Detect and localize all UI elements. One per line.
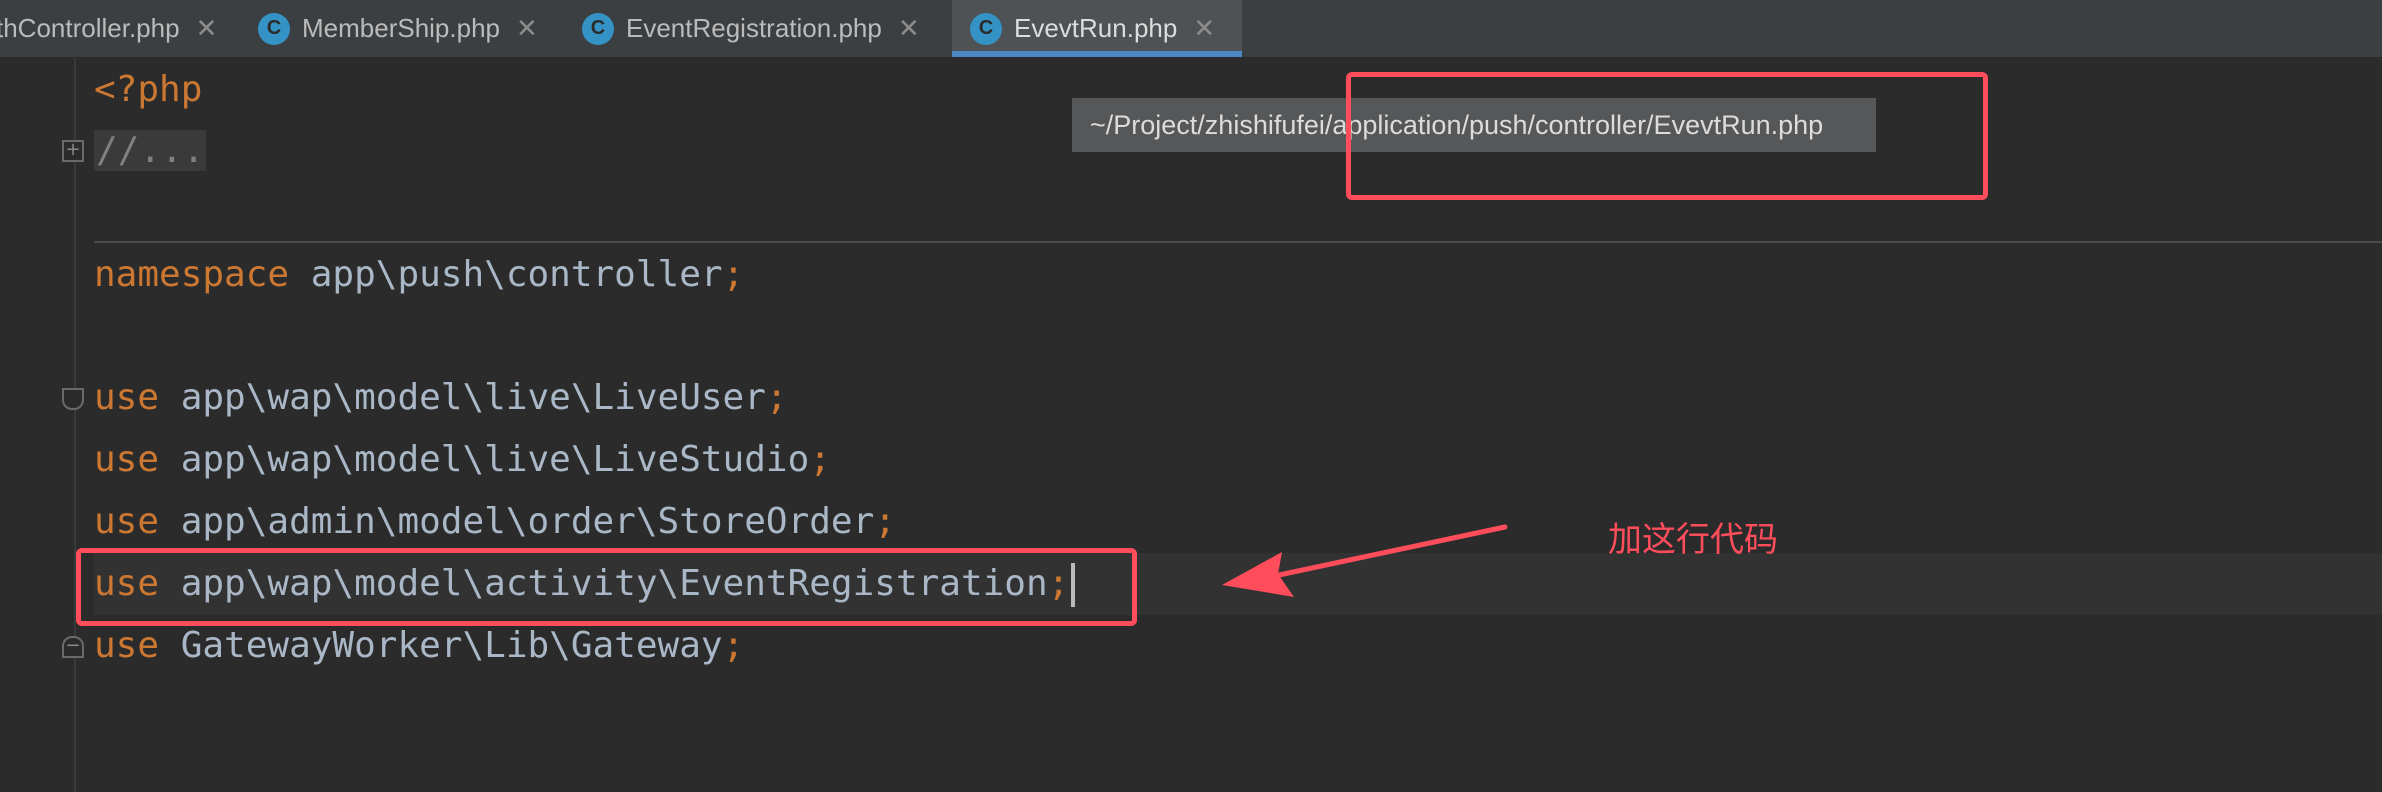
annotation-label: 加这行代码 — [1608, 520, 1778, 560]
annotation-arrow-icon — [1222, 524, 1508, 597]
